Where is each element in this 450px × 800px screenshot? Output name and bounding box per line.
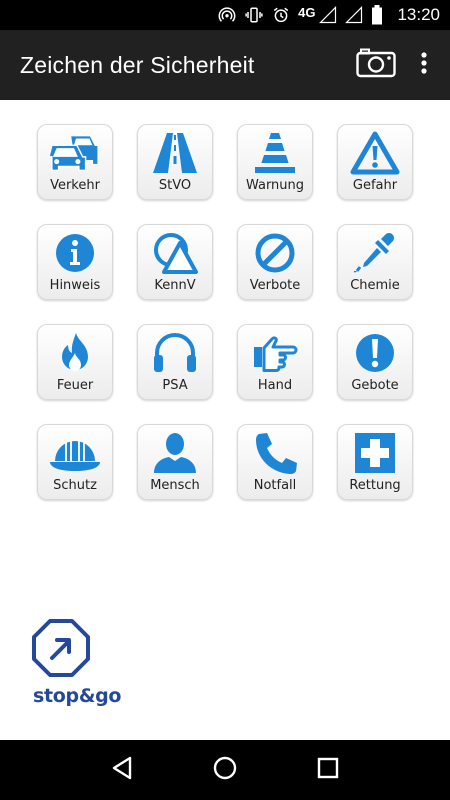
pointing-hand-icon — [248, 330, 302, 376]
category-label: Notfall — [253, 478, 297, 493]
category-label: Verkehr — [50, 178, 100, 193]
road-icon — [148, 130, 202, 176]
pipette-icon — [348, 230, 402, 276]
category-label: Rettung — [349, 478, 401, 493]
back-triangle-icon — [111, 756, 133, 785]
category-stvo[interactable]: StVO — [137, 124, 213, 200]
home-circle-icon — [213, 756, 237, 785]
category-label: KennV — [154, 278, 196, 293]
camera-button[interactable] — [354, 43, 398, 87]
status-bar: 4G 13:20 — [0, 0, 450, 30]
category-label: StVO — [158, 178, 192, 193]
category-warnung[interactable]: Warnung — [237, 124, 313, 200]
category-label: Chemie — [350, 278, 400, 293]
wifi-signal-icon — [345, 0, 363, 30]
traffic-cone-icon — [248, 130, 302, 176]
first-aid-cross-icon — [348, 430, 402, 476]
flame-icon — [48, 330, 102, 376]
logo-octagon-arrow-icon — [30, 619, 92, 682]
category-label: Mensch — [150, 478, 200, 493]
category-label: Verbote — [249, 278, 301, 293]
nav-back-button[interactable] — [102, 750, 142, 790]
category-label: Schutz — [53, 478, 97, 493]
category-hinweis[interactable]: Hinweis — [37, 224, 113, 300]
info-icon — [48, 230, 102, 276]
category-label: Warnung — [245, 178, 305, 193]
category-mensch[interactable]: Mensch — [137, 424, 213, 500]
nav-recents-button[interactable] — [308, 750, 348, 790]
battery-icon — [371, 0, 383, 30]
stop-and-go-logo: stop&go — [30, 618, 122, 707]
more-vert-icon — [421, 51, 427, 79]
category-hand[interactable]: Hand — [237, 324, 313, 400]
category-feuer[interactable]: Feuer — [37, 324, 113, 400]
category-label: Gefahr — [352, 178, 398, 193]
prohibition-icon — [248, 230, 302, 276]
triangle-circle-icon — [148, 230, 202, 276]
system-nav-bar — [0, 740, 450, 800]
cars-icon — [48, 130, 102, 176]
exclamation-circle-icon — [348, 330, 402, 376]
network-type: 4G — [298, 4, 316, 20]
category-label: Gebote — [351, 378, 399, 393]
logo-text: stop&go — [33, 685, 122, 707]
hard-hat-icon — [48, 430, 102, 476]
category-label: PSA — [162, 378, 188, 393]
category-gebote[interactable]: Gebote — [337, 324, 413, 400]
phone-icon — [248, 430, 302, 476]
nav-home-button[interactable] — [205, 750, 245, 790]
category-label: Feuer — [56, 378, 94, 393]
clock: 13:20 — [397, 5, 440, 24]
category-schutz[interactable]: Schutz — [37, 424, 113, 500]
alarm-icon — [272, 0, 290, 30]
hotspot-icon — [218, 0, 236, 30]
category-kennv[interactable]: KennV — [137, 224, 213, 300]
category-verbote[interactable]: Verbote — [237, 224, 313, 300]
app-bar: Zeichen der Sicherheit — [0, 30, 450, 100]
category-grid: Verkehr StVO Warnung Gefahr Hinweis Kenn… — [37, 124, 413, 500]
category-chemie[interactable]: Chemie — [337, 224, 413, 300]
category-notfall[interactable]: Notfall — [237, 424, 313, 500]
category-psa[interactable]: PSA — [137, 324, 213, 400]
category-gefahr[interactable]: Gefahr — [337, 124, 413, 200]
signal-icon — [319, 0, 337, 30]
overflow-menu-button[interactable] — [412, 43, 436, 87]
category-label: Hinweis — [49, 278, 101, 293]
warning-triangle-icon — [348, 130, 402, 176]
recents-square-icon — [317, 757, 339, 784]
category-label: Hand — [257, 378, 293, 393]
headphones-icon — [148, 330, 202, 376]
page-title: Zeichen der Sicherheit — [20, 51, 255, 78]
category-verkehr[interactable]: Verkehr — [37, 124, 113, 200]
camera-icon — [356, 48, 396, 83]
vibrate-icon — [244, 0, 264, 30]
category-rettung[interactable]: Rettung — [337, 424, 413, 500]
person-icon — [148, 430, 202, 476]
